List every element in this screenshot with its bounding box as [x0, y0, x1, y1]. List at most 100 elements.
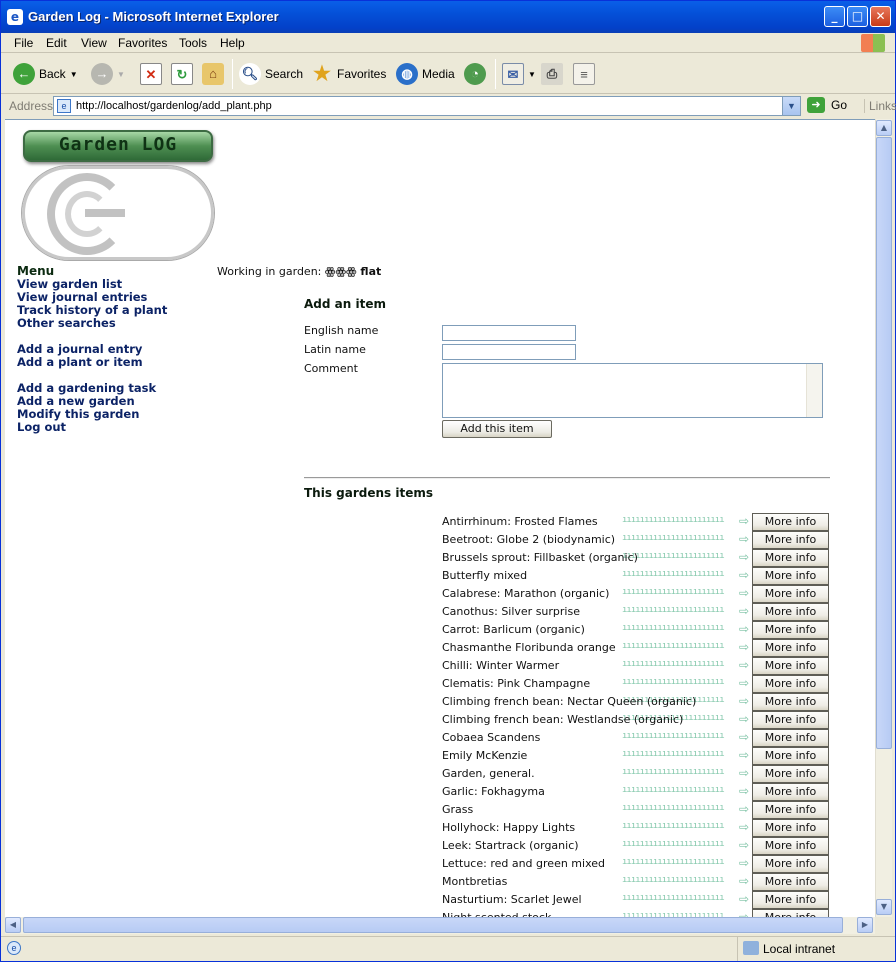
latin-name-label: Latin name — [304, 343, 366, 356]
more-info-button[interactable]: More info — [752, 783, 829, 801]
horizontal-scrollbar[interactable]: ◀ ▶ — [5, 917, 875, 934]
more-info-button[interactable]: More info — [752, 837, 829, 855]
menu-help[interactable]: Help — [220, 36, 245, 50]
minimize-button[interactable]: _ — [824, 6, 845, 27]
mail-button[interactable]: ✉ ▼ — [502, 61, 536, 87]
more-info-button[interactable]: More info — [752, 657, 829, 675]
stop-button[interactable]: ✕ — [140, 61, 162, 87]
more-info-button[interactable]: More info — [752, 711, 829, 729]
item-row: Chilli: Winter Warmer ııııııııııııııııııı… — [442, 657, 832, 675]
address-label: Address — [9, 99, 54, 113]
intranet-icon — [743, 941, 759, 955]
zone-label: Local intranet — [763, 942, 836, 956]
item-name: Canothus: Silver surprise — [442, 605, 580, 618]
more-info-button[interactable]: More info — [752, 693, 829, 711]
toolbar-separator-2 — [495, 59, 496, 89]
address-dropdown-icon[interactable]: ▼ — [782, 97, 800, 115]
favorites-button[interactable]: ★ Favorites — [311, 61, 386, 87]
refresh-button[interactable]: ↻ — [171, 61, 193, 87]
home-button[interactable]: ⌂ — [202, 61, 224, 87]
more-info-button[interactable]: More info — [752, 567, 829, 585]
vertical-scrollbar[interactable]: ▲ ▼ — [875, 119, 892, 917]
current-garden: Working in garden: ꙮꙮꙮ flat — [217, 265, 381, 278]
more-info-button[interactable]: More info — [752, 801, 829, 819]
more-info-button[interactable]: More info — [752, 765, 829, 783]
item-leader-dots: ııııııııııııııııııııııı — [622, 551, 748, 564]
item-row: Calabrese: Marathon (organic) ııııııııııı… — [442, 585, 832, 603]
item-leader-dots: ııııııııııııııııııııııı — [622, 821, 748, 834]
item-leader-dots: ııııııııııııııııııııııı — [622, 749, 748, 762]
sidebar-menu: Menu View garden list View journal entri… — [17, 264, 167, 434]
item-name: Climbing french bean: Westlandse (organi… — [442, 713, 684, 726]
more-info-button[interactable]: More info — [752, 729, 829, 747]
more-info-button[interactable]: More info — [752, 909, 829, 917]
nav-log-out[interactable]: Log out — [17, 421, 167, 434]
more-info-button[interactable]: More info — [752, 585, 829, 603]
item-arrow-icon: ⇨ — [739, 604, 750, 618]
vertical-scroll-thumb[interactable] — [876, 137, 892, 749]
media-button[interactable]: ◍ Media — [396, 61, 455, 87]
item-row: Garden, general. ııııııııııııııııııııııı ⇨… — [442, 765, 832, 783]
more-info-button[interactable]: More info — [752, 855, 829, 873]
more-info-button[interactable]: More info — [752, 891, 829, 909]
maximize-button[interactable]: □ — [847, 6, 868, 27]
mail-icon: ✉ — [502, 63, 524, 85]
go-button[interactable]: ➜ Go — [807, 97, 847, 113]
horizontal-scroll-thumb[interactable] — [23, 917, 843, 933]
comment-scrollbar[interactable] — [806, 364, 822, 417]
item-name: Chilli: Winter Warmer — [442, 659, 560, 672]
more-info-button[interactable]: More info — [752, 513, 829, 531]
more-info-button[interactable]: More info — [752, 819, 829, 837]
history-button[interactable]: ◔ — [464, 61, 486, 87]
add-item-button[interactable]: Add this item — [442, 420, 552, 438]
nav-other-searches[interactable]: Other searches — [17, 317, 167, 330]
scroll-up-icon[interactable]: ▲ — [876, 120, 892, 136]
scroll-right-icon[interactable]: ▶ — [857, 917, 873, 933]
item-row: Night scented stock ııııııııııııııııııııı… — [442, 909, 832, 917]
item-name: Hollyhock: Happy Lights — [442, 821, 576, 834]
item-row: Brussels sprout: Fillbasket (organic) ııı… — [442, 549, 832, 567]
menu-file[interactable]: File — [14, 36, 33, 50]
item-row: Garlic: Fokhagyma ııııııııııııııııııııııı… — [442, 783, 832, 801]
menu-edit[interactable]: Edit — [46, 36, 67, 50]
latin-name-input[interactable] — [442, 344, 576, 360]
forward-button[interactable]: → ▼ — [91, 61, 125, 87]
item-name: Cobaea Scandens — [442, 731, 541, 744]
page-icon: e — [57, 99, 71, 113]
item-arrow-icon: ⇨ — [739, 838, 750, 852]
item-arrow-icon: ⇨ — [739, 532, 750, 546]
address-input[interactable]: e http://localhost/gardenlog/add_plant.p… — [53, 96, 801, 116]
item-name: Clematis: Pink Champagne — [442, 677, 591, 690]
edit-button[interactable]: ≡ — [573, 61, 595, 87]
nav-add-plant[interactable]: Add a plant or item — [17, 356, 167, 369]
more-info-button[interactable]: More info — [752, 639, 829, 657]
search-button[interactable]: 🔍︎ Search — [239, 61, 303, 87]
menu-favorites[interactable]: Favorites — [118, 36, 167, 50]
item-leader-dots: ııııııııııııııııııııııı — [622, 785, 748, 798]
more-info-button[interactable]: More info — [752, 675, 829, 693]
more-info-button[interactable]: More info — [752, 747, 829, 765]
print-button[interactable]: ⎙ — [541, 61, 563, 87]
more-info-button[interactable]: More info — [752, 873, 829, 891]
menu-view[interactable]: View — [81, 36, 107, 50]
back-dropdown-icon[interactable]: ▼ — [70, 70, 78, 79]
close-button[interactable]: ✕ — [870, 6, 891, 27]
mail-dropdown-icon[interactable]: ▼ — [528, 70, 536, 79]
media-label: Media — [422, 67, 455, 81]
item-row: Antirrhinum: Frosted Flames ııııııııııııı… — [442, 513, 832, 531]
menu-tools[interactable]: Tools — [179, 36, 207, 50]
item-arrow-icon: ⇨ — [739, 694, 750, 708]
comment-textarea[interactable] — [442, 363, 823, 418]
more-info-button[interactable]: More info — [752, 621, 829, 639]
scroll-left-icon[interactable]: ◀ — [5, 917, 21, 933]
more-info-button[interactable]: More info — [752, 603, 829, 621]
item-arrow-icon: ⇨ — [739, 892, 750, 906]
item-name: Grass — [442, 803, 474, 816]
more-info-button[interactable]: More info — [752, 531, 829, 549]
links-button[interactable]: Links — [864, 99, 896, 113]
more-info-button[interactable]: More info — [752, 549, 829, 567]
go-arrow-icon: ➜ — [807, 97, 825, 113]
back-button[interactable]: ← Back ▼ — [13, 61, 78, 87]
english-name-input[interactable] — [442, 325, 576, 341]
scroll-down-icon[interactable]: ▼ — [876, 899, 892, 915]
